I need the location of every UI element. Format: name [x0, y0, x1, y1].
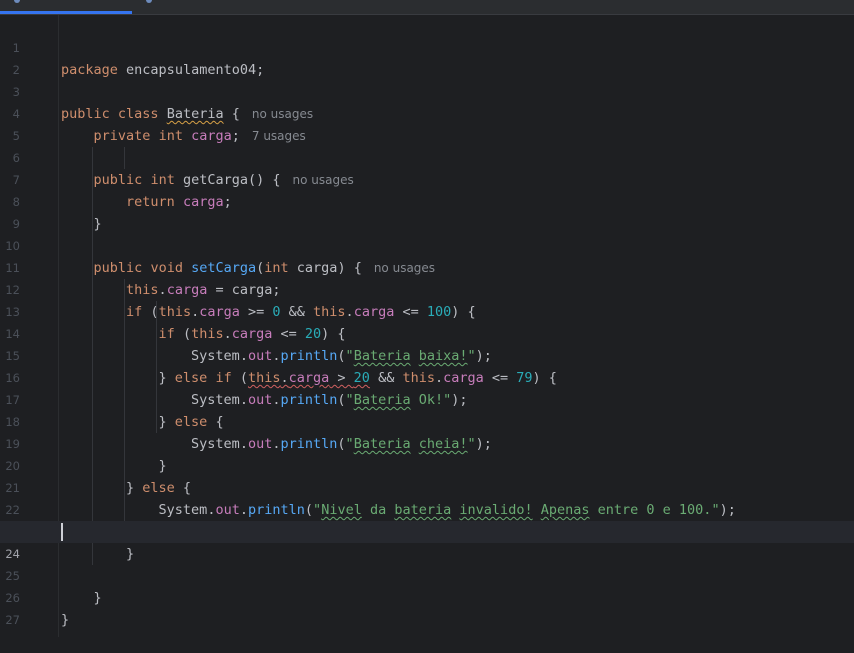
- code-line: 7 return carga;: [0, 147, 854, 210]
- code-line: 14 System.out.println("Bateria baixa!");: [0, 301, 854, 364]
- code-line: 3 public class Bateria {no usages: [0, 59, 854, 122]
- code-line: 8 }: [0, 169, 854, 232]
- code-editor[interactable]: 1 package encapsulamento04; 2 3 public c…: [0, 15, 854, 637]
- tab-icon[interactable]: [14, 0, 20, 3]
- code-line: 9: [0, 191, 854, 231]
- tab-icon[interactable]: [146, 0, 152, 3]
- code-line: 6 public int getCarga() {no usages: [0, 125, 854, 188]
- active-tab-indicator: [0, 11, 132, 14]
- text-caret: [61, 523, 63, 541]
- code-line: 13 if (this.carga <= 20) {: [0, 279, 854, 342]
- code-line: 10 public void setCarga(int carga) {no u…: [0, 213, 854, 276]
- line-number: 27: [5, 613, 20, 627]
- code-line: 20 } else {: [0, 433, 854, 496]
- code-line: 21 System.out.println("Nivel da bateria …: [0, 455, 854, 518]
- code-line: 18 System.out.println("Bateria cheia!");: [0, 389, 854, 452]
- code-line: 26 }: [0, 565, 854, 628]
- code-line: 2: [0, 37, 854, 77]
- code-line: 23 }: [0, 499, 854, 562]
- code-line: 25 }: [0, 543, 854, 606]
- code-line: 11 this.carga = carga;: [0, 235, 854, 298]
- code-line: 12 if (this.carga >= 0 && this.carga <= …: [0, 257, 854, 320]
- code-line: 5: [0, 103, 854, 143]
- code-line: 1 package encapsulamento04;: [0, 15, 854, 78]
- code-line: 22: [0, 477, 854, 517]
- code-line: 17 } else {: [0, 367, 854, 430]
- current-line[interactable]: 24: [0, 521, 854, 561]
- code-line: 4 private int carga; 7 usages: [0, 81, 854, 144]
- code-line: 19 }: [0, 411, 854, 474]
- code-line: 15 } else if (this.carga > 20 && this.ca…: [0, 323, 854, 386]
- editor-tab-bar: [0, 0, 854, 15]
- code-line: 16 System.out.println("Bateria Ok!");: [0, 345, 854, 408]
- code-line: 27: [0, 587, 854, 627]
